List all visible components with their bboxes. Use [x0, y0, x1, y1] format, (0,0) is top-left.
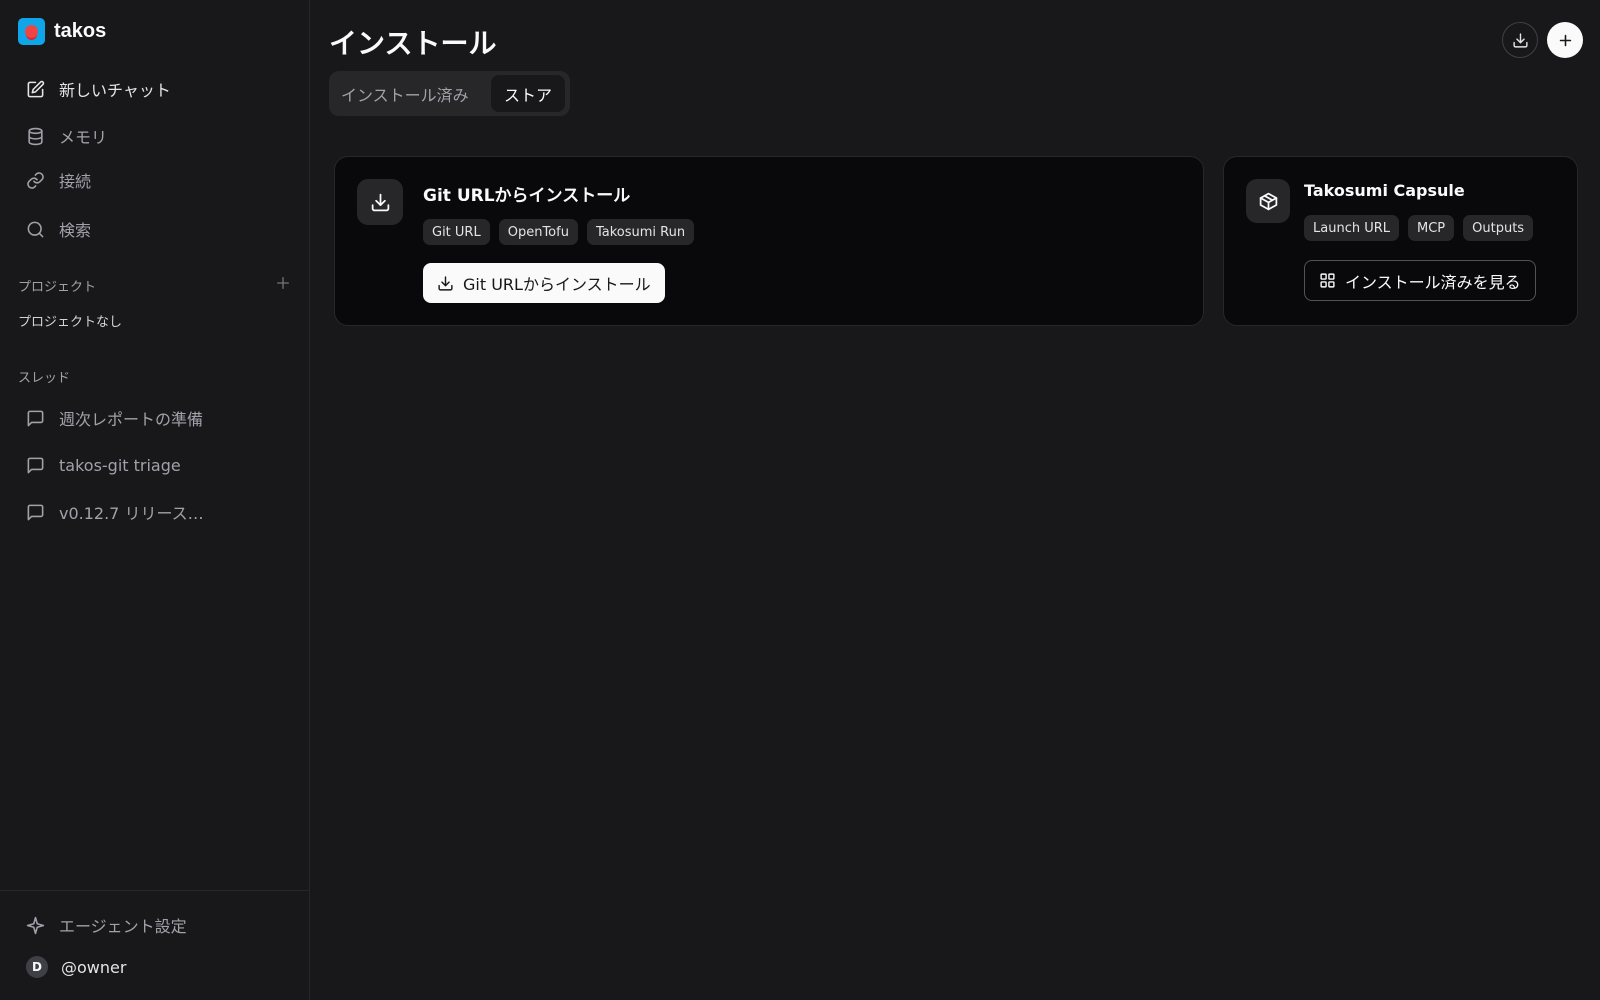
thread-item[interactable]: 週次レポートの準備: [26, 406, 203, 430]
tab-store[interactable]: ストア: [491, 75, 565, 112]
nav-label: 検索: [59, 221, 92, 240]
card-title: Takosumi Capsule: [1304, 181, 1465, 200]
plus-icon: [277, 277, 289, 289]
thread-label: takos-git triage: [59, 455, 181, 475]
download-icon: [438, 275, 453, 291]
tag-list: Launch URL MCP Outputs: [1304, 215, 1534, 241]
view-installed-button[interactable]: インストール済みを見る: [1304, 260, 1536, 301]
git-install-card: Git URLからインストール Git URL OpenTofu Takosum…: [334, 156, 1204, 326]
projects-empty-note: プロジェクトなし: [18, 315, 123, 330]
username: @owner: [61, 957, 127, 977]
install-from-git-button[interactable]: Git URLからインストール: [423, 263, 665, 303]
thread-item[interactable]: takos-git triage: [26, 453, 181, 477]
tag-list: Git URL OpenTofu Takosumi Run: [423, 219, 695, 245]
sidebar: takos 新しいチャット メモリ 接続 検索 プロジェクト プロジェクトなし …: [0, 0, 310, 1000]
takos-logo-icon: [18, 18, 45, 45]
add-project-button[interactable]: [275, 275, 291, 291]
brand[interactable]: takos: [18, 18, 106, 45]
tab-bar: インストール済み ストア: [329, 71, 570, 116]
thread-label: 週次レポートの準備: [59, 410, 204, 429]
nav-label: 接続: [59, 172, 92, 191]
capsule-card: Takosumi Capsule Launch URL MCP Outputs …: [1223, 156, 1578, 326]
nav-label: 新しいチャット: [59, 81, 171, 100]
database-icon: [26, 127, 45, 146]
tag: Launch URL: [1304, 215, 1399, 241]
card-title: Git URLからインストール: [423, 186, 631, 206]
tag: OpenTofu: [498, 219, 578, 245]
grid-icon: [1320, 273, 1335, 288]
install-download-button[interactable]: [1502, 22, 1538, 58]
tag: MCP: [1408, 215, 1455, 241]
nav-label: メモリ: [59, 128, 108, 147]
sparkle-icon: [26, 916, 45, 935]
thread-label: v0.12.7 リリース…: [59, 504, 204, 523]
user-menu[interactable]: D @owner: [26, 955, 126, 979]
message-icon: [26, 503, 45, 522]
agent-settings-label: エージェント設定: [59, 917, 187, 936]
package-icon: [1246, 179, 1290, 223]
nav-search[interactable]: 検索: [26, 217, 91, 241]
page-title: インストール: [329, 27, 497, 60]
plus-icon: [1559, 34, 1571, 46]
nav-connections[interactable]: 接続: [26, 168, 91, 192]
message-icon: [26, 456, 45, 475]
threads-section-label: スレッド: [18, 371, 71, 386]
search-icon: [26, 220, 45, 239]
tag: Outputs: [1463, 215, 1534, 241]
tag: Takosumi Run: [586, 219, 695, 245]
agent-settings-link[interactable]: エージェント設定: [26, 913, 187, 937]
nav-memory[interactable]: メモリ: [26, 124, 107, 148]
tag: Git URL: [423, 219, 490, 245]
button-label: インストール済みを見る: [1345, 272, 1521, 292]
nav-new-chat[interactable]: 新しいチャット: [26, 77, 171, 101]
thread-item[interactable]: v0.12.7 リリース…: [26, 500, 204, 524]
add-button[interactable]: [1547, 22, 1583, 58]
tab-installed[interactable]: インストール済み: [341, 75, 469, 112]
avatar: D: [26, 956, 48, 978]
projects-section-label: プロジェクト: [18, 280, 97, 295]
edit-icon: [26, 80, 45, 99]
download-icon: [357, 179, 403, 225]
message-icon: [26, 409, 45, 428]
app-name: takos: [54, 20, 107, 42]
link-icon: [26, 171, 45, 190]
sidebar-footer: [0, 890, 310, 1000]
download-icon: [1512, 32, 1528, 48]
button-label: Git URLからインストール: [463, 275, 651, 294]
